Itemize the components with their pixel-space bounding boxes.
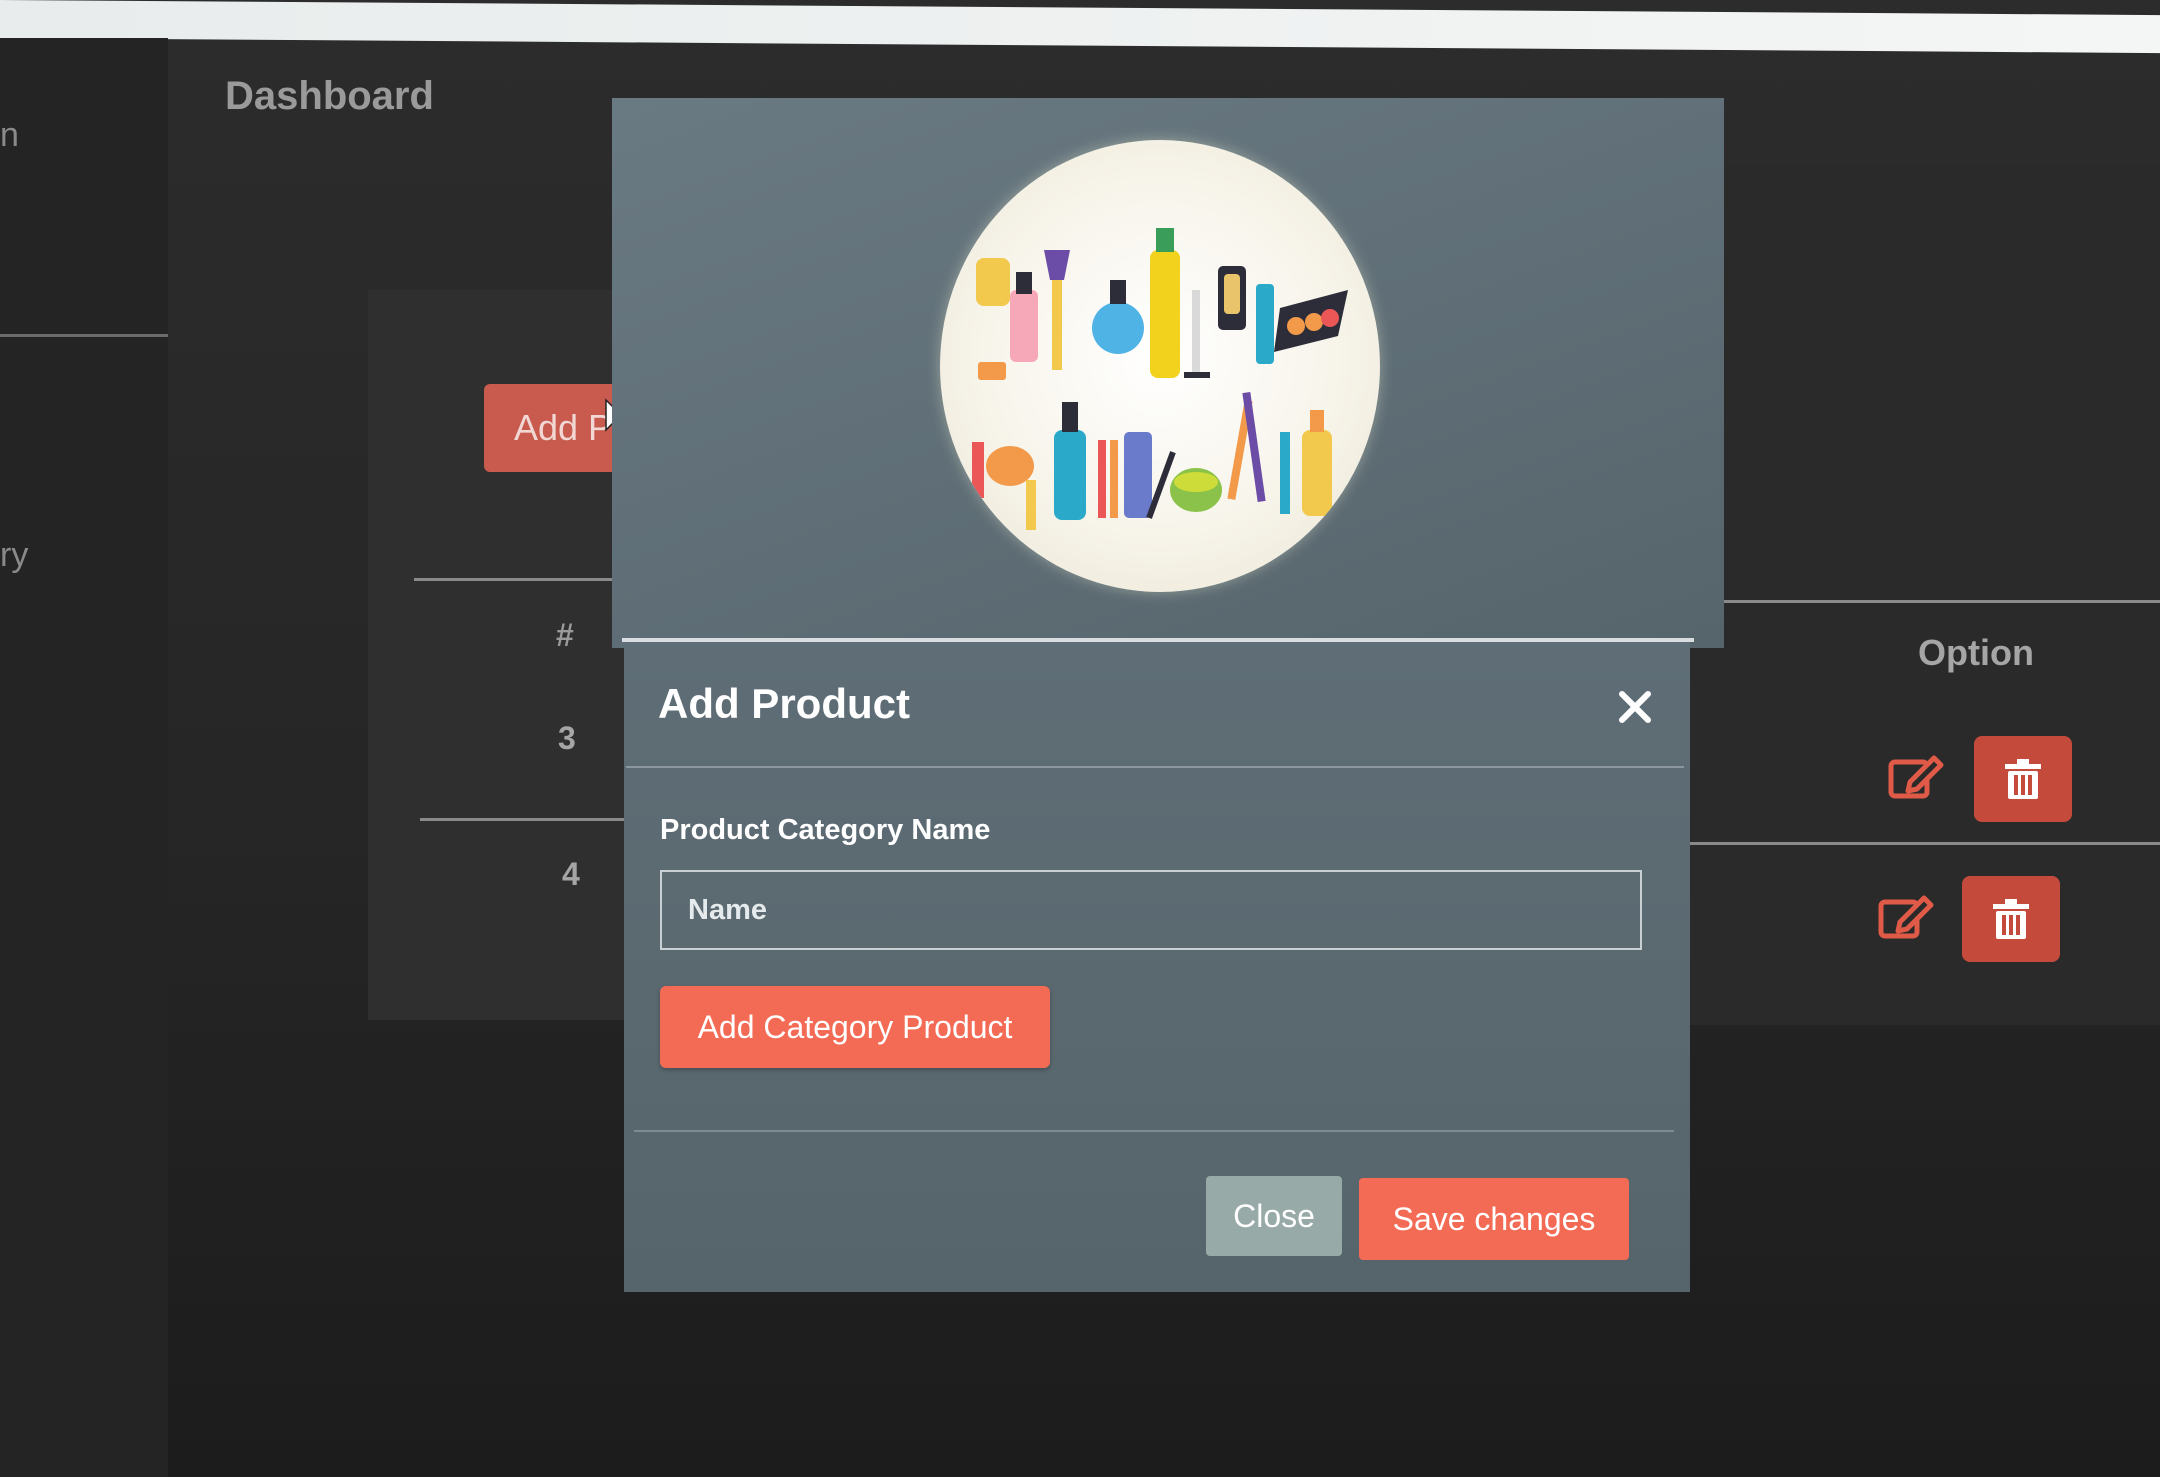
sidebar-divider (0, 334, 168, 337)
delete-button[interactable] (1962, 876, 2060, 962)
sidebar-item-partial[interactable]: n (0, 116, 19, 155)
table-header-option: Option (1918, 632, 2034, 673)
table-divider (420, 818, 626, 821)
trash-icon (1993, 899, 2029, 939)
product-category-name-label: Product Category Name (660, 814, 991, 846)
sidebar-item-partial[interactable]: ry (0, 536, 28, 575)
browser-top-bar (0, 0, 2160, 54)
modal-footer-divider (634, 1130, 1674, 1132)
save-changes-button[interactable]: Save changes (1359, 1178, 1629, 1260)
delete-button[interactable] (1974, 736, 2072, 822)
table-divider (414, 578, 624, 581)
edit-icon[interactable] (1888, 752, 1944, 802)
close-icon[interactable] (1614, 686, 1656, 728)
modal-header-divider (626, 766, 1684, 768)
page-title: Dashboard (225, 74, 434, 118)
modal-title: Add Product (658, 680, 910, 727)
sidebar: n ry (0, 38, 168, 1477)
cosmetics-illustration (940, 140, 1380, 592)
edit-icon[interactable] (1878, 892, 1934, 942)
close-button[interactable]: Close (1206, 1176, 1342, 1256)
table-row-index: 4 (562, 856, 580, 892)
category-name-input[interactable] (660, 870, 1642, 950)
cosmetics-icon (972, 228, 1348, 530)
add-category-product-button[interactable]: Add Category Product (660, 986, 1050, 1068)
add-product-modal: Add Product Product Category Name Add Ca… (624, 642, 1690, 1292)
table-header-index: # (556, 617, 574, 653)
table-row-index: 3 (558, 720, 576, 756)
screen: n ry Dashboard Add P # Option 3 4 Add Pr… (0, 0, 2160, 1477)
table-divider (1698, 600, 2160, 603)
table-divider (1684, 842, 2160, 845)
trash-icon (2005, 759, 2041, 799)
